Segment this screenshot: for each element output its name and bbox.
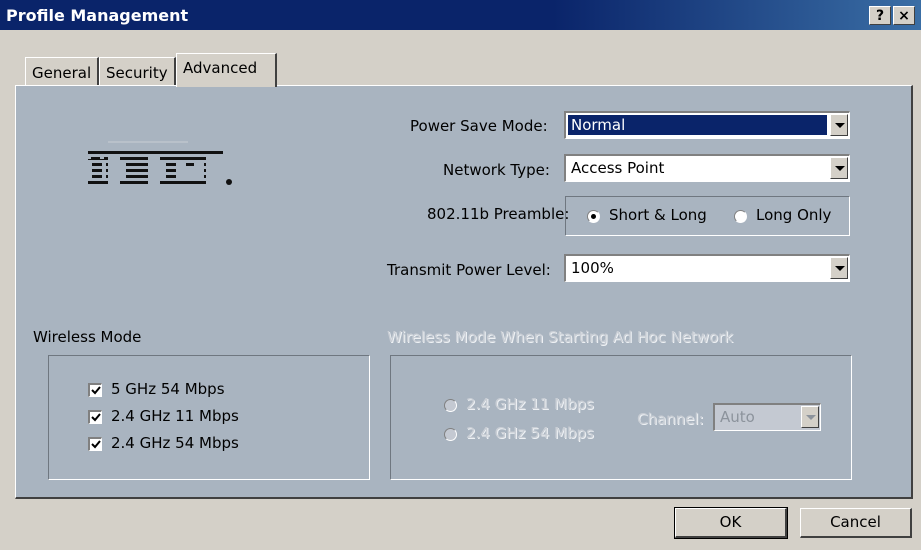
preamble-label: 802.11b Preamble: [427, 205, 570, 223]
advanced-panel: Power Save Mode: Normal Network Type: Ac… [15, 85, 913, 499]
preamble-group: Short & Long Long Only [565, 196, 850, 236]
close-button[interactable]: × [893, 6, 915, 25]
network-type-select[interactable]: Access Point [564, 154, 850, 182]
wireless-mode-24ghz-54-checkbox[interactable] [88, 437, 102, 451]
wireless-mode-24ghz-54-label[interactable]: 2.4 GHz 54 Mbps [111, 434, 239, 452]
adhoc-24ghz-54-radio[interactable] [444, 428, 457, 441]
preamble-short-long-label[interactable]: Short & Long [609, 206, 707, 224]
transmit-power-value: 100% [571, 259, 614, 277]
ibm-logo [88, 141, 232, 185]
chevron-down-icon[interactable] [830, 257, 848, 279]
adhoc-mode-group: 2.4 GHz 11 Mbps 2.4 GHz 54 Mbps Channel:… [390, 355, 852, 480]
network-type-label: Network Type: [443, 161, 550, 179]
chevron-down-icon[interactable] [830, 157, 848, 179]
adhoc-24ghz-11-radio[interactable] [444, 399, 457, 412]
transmit-power-select[interactable]: 100% [564, 254, 850, 282]
checkmark-icon [91, 386, 101, 395]
tab-general[interactable]: General [25, 57, 99, 85]
power-save-mode-select[interactable]: Normal [564, 111, 850, 139]
tab-security[interactable]: Security [99, 57, 176, 85]
cancel-button[interactable]: Cancel [800, 508, 912, 538]
wireless-mode-24ghz-11-checkbox[interactable] [88, 410, 102, 424]
adhoc-mode-title: Wireless Mode When Starting Ad Hoc Netwo… [387, 328, 734, 346]
power-save-mode-value: Normal [568, 115, 827, 135]
adhoc-24ghz-54-label[interactable]: 2.4 GHz 54 Mbps [466, 424, 594, 442]
help-button[interactable]: ? [869, 6, 891, 25]
wireless-mode-5ghz-54-checkbox[interactable] [88, 383, 102, 397]
channel-value: Auto [720, 408, 755, 426]
chevron-down-icon[interactable] [830, 114, 848, 136]
preamble-short-long-radio[interactable] [587, 210, 600, 223]
wireless-mode-24ghz-11-label[interactable]: 2.4 GHz 11 Mbps [111, 407, 239, 425]
network-type-value: Access Point [571, 159, 665, 177]
wireless-mode-title: Wireless Mode [33, 328, 142, 346]
channel-label: Channel: [637, 410, 704, 428]
chevron-down-icon[interactable] [801, 406, 819, 428]
wireless-mode-group: 5 GHz 54 Mbps 2.4 GHz 11 Mbps 2.4 GHz 54… [48, 355, 370, 480]
transmit-power-label: Transmit Power Level: [387, 261, 551, 279]
ok-button[interactable]: OK [674, 507, 788, 539]
preamble-long-only-label[interactable]: Long Only [756, 206, 831, 224]
title-bar: Profile Management ? × [0, 0, 921, 30]
power-save-mode-label: Power Save Mode: [410, 117, 548, 135]
window-title: Profile Management [6, 6, 189, 25]
adhoc-24ghz-11-label[interactable]: 2.4 GHz 11 Mbps [466, 395, 594, 413]
preamble-long-only-radio[interactable] [734, 210, 747, 223]
wireless-mode-5ghz-54-label[interactable]: 5 GHz 54 Mbps [111, 380, 225, 398]
channel-select[interactable]: Auto [713, 403, 821, 431]
checkmark-icon [91, 440, 101, 449]
tab-advanced[interactable]: Advanced [176, 53, 277, 87]
checkmark-icon [91, 413, 101, 422]
